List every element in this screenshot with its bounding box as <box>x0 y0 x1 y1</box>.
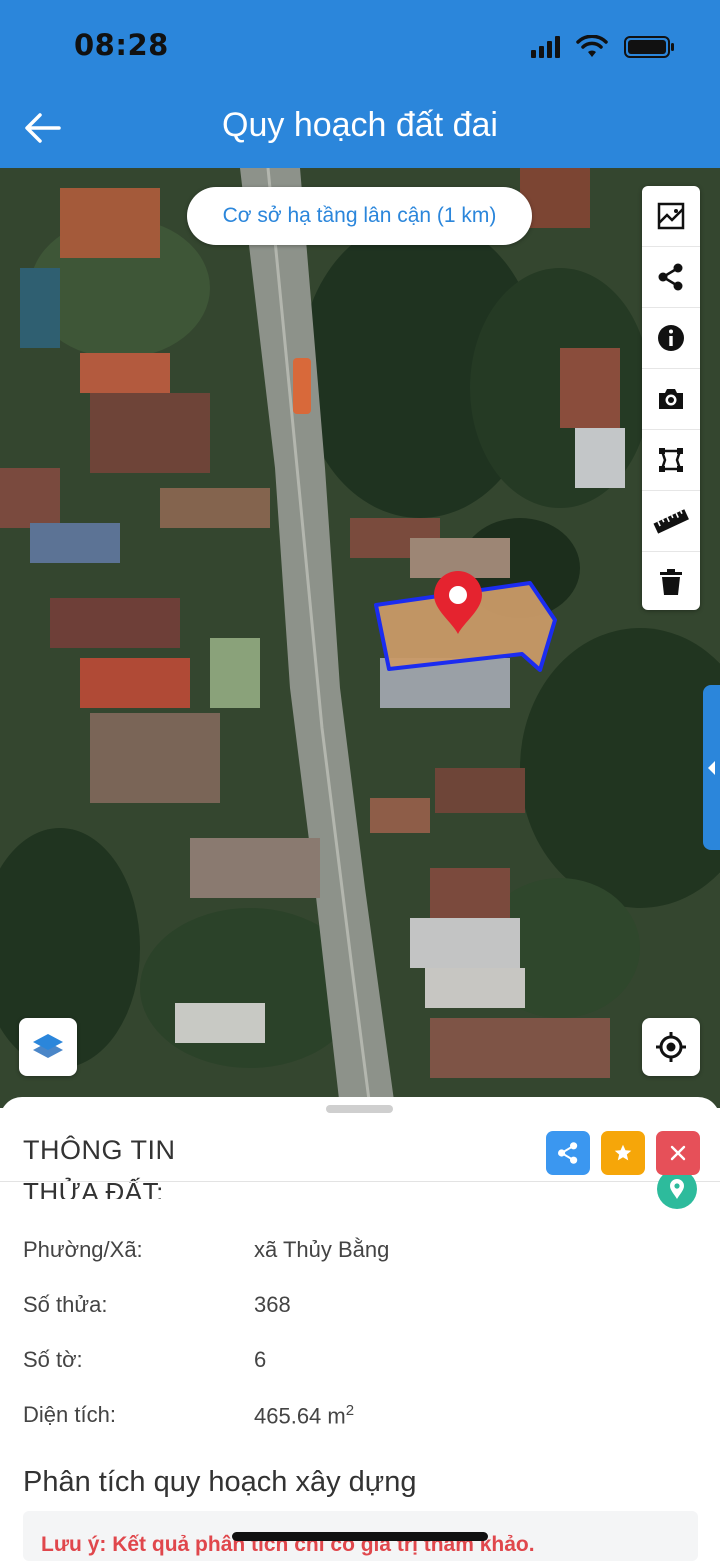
area-value: 465.64 m2 <box>254 1402 354 1429</box>
area-unit-exponent: 2 <box>345 1402 355 1419</box>
ward-value: xã Thủy Bằng <box>254 1237 390 1262</box>
close-icon <box>670 1145 686 1161</box>
info-icon <box>658 325 684 351</box>
sheet-number-value: 6 <box>254 1347 267 1372</box>
parcel-section-label: THỬA ĐẤT: <box>23 1177 164 1199</box>
map-imagery <box>0 168 720 1108</box>
wifi-icon <box>576 35 608 57</box>
satellite-map[interactable] <box>0 168 720 1108</box>
trash-icon <box>660 569 682 595</box>
parcel-locate-button[interactable] <box>657 1175 697 1211</box>
chevron-left-icon <box>708 761 715 775</box>
parcel-number-value: 368 <box>254 1292 291 1317</box>
polygon-icon <box>659 448 683 472</box>
toolbar-camera-button[interactable] <box>642 369 700 430</box>
info-bottom-sheet: THÔNG TIN THỬA ĐẤT: Phường/Xã: xã Thủy B… <box>0 1097 720 1561</box>
star-icon <box>614 1144 632 1161</box>
map-marker-icon <box>657 1175 697 1209</box>
share-info-button[interactable] <box>546 1131 590 1175</box>
battery-icon <box>624 36 674 58</box>
area-number: 465.64 m <box>254 1403 346 1429</box>
cellular-signal-icon <box>531 36 560 58</box>
nearby-infrastructure-button[interactable]: Cơ sở hạ tầng lân cận (1 km) <box>187 187 532 245</box>
favorite-button[interactable] <box>601 1131 645 1175</box>
app-header: 08:28 Quy hoạch đất đai <box>0 0 720 168</box>
layers-icon <box>33 1034 63 1058</box>
share-icon <box>558 1142 578 1164</box>
area-label: Diện tích: <box>23 1402 116 1427</box>
layers-button[interactable] <box>19 1018 77 1076</box>
status-time: 08:28 <box>74 28 169 62</box>
ruler-icon <box>653 509 689 534</box>
image-icon <box>657 202 685 230</box>
toolbar-polygon-button[interactable] <box>642 430 700 491</box>
toolbar-ruler-button[interactable] <box>642 491 700 552</box>
toolbar-info-button[interactable] <box>642 308 700 369</box>
side-panel-tab[interactable] <box>703 685 720 850</box>
home-indicator <box>232 1532 488 1541</box>
nearby-infrastructure-label: Cơ sở hạ tầng lân cận (1 km) <box>222 204 497 227</box>
ward-label: Phường/Xã: <box>23 1237 143 1262</box>
sheet-number-label: Số tờ: <box>23 1347 83 1372</box>
toolbar-delete-button[interactable] <box>642 552 700 612</box>
share-icon <box>658 263 683 291</box>
toolbar-image-button[interactable] <box>642 186 700 247</box>
toolbar-share-button[interactable] <box>642 247 700 308</box>
parcel-number-label: Số thửa: <box>23 1292 108 1317</box>
camera-icon <box>659 389 683 409</box>
my-location-button[interactable] <box>642 1018 700 1076</box>
sheet-heading: THÔNG TIN <box>23 1135 176 1165</box>
page-title: Quy hoạch đất đai <box>222 106 498 144</box>
crosshair-icon <box>656 1032 686 1062</box>
location-pin-icon <box>434 571 482 634</box>
sheet-divider <box>0 1181 720 1182</box>
analysis-heading: Phân tích quy hoạch xây dựng <box>23 1466 417 1498</box>
map-toolbar <box>642 186 700 610</box>
status-icons <box>531 33 676 61</box>
close-button[interactable] <box>656 1131 700 1175</box>
drag-handle[interactable] <box>326 1105 393 1113</box>
